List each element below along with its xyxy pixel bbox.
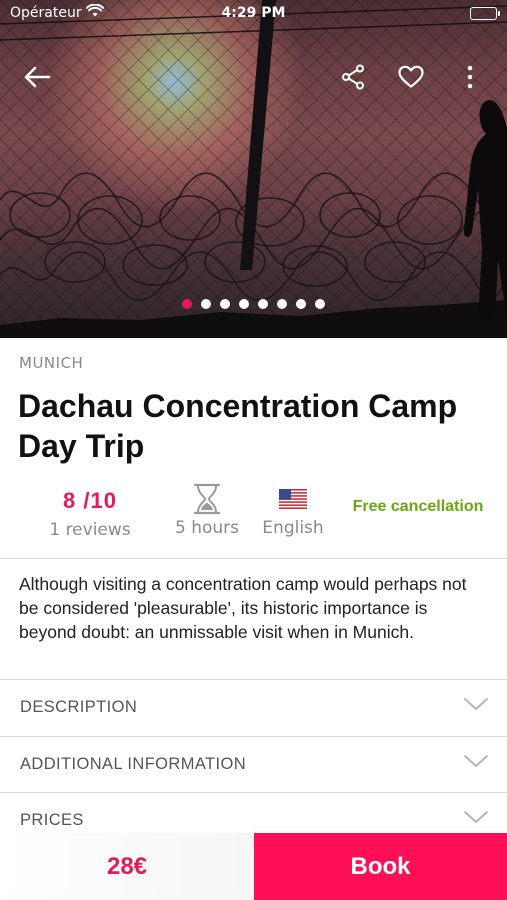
chevron-down-icon: [464, 811, 488, 823]
section-label: PRICES: [20, 811, 84, 829]
booking-bar: 28€ Book: [0, 833, 507, 900]
more-button[interactable]: [453, 60, 487, 94]
reviews-count: 1 reviews: [49, 520, 131, 540]
carousel-indicator[interactable]: [0, 299, 507, 309]
carousel-dot[interactable]: [201, 299, 211, 309]
carousel-dot[interactable]: [220, 299, 230, 309]
section-description[interactable]: DESCRIPTION: [0, 680, 507, 736]
us-flag-icon: [279, 489, 307, 509]
language-block: English: [253, 484, 333, 538]
share-icon: [342, 64, 364, 90]
clock: 4:29 PM: [221, 5, 286, 21]
tour-title: Dachau Concentration Camp Day Trip: [18, 388, 458, 464]
tour-summary: Although visiting a concentration camp w…: [19, 574, 467, 642]
city-label: MUNICH: [19, 354, 84, 372]
share-button[interactable]: [336, 60, 370, 94]
chevron-down-icon: [464, 755, 488, 767]
battery-icon: [470, 7, 500, 20]
carousel-dot[interactable]: [182, 299, 192, 309]
divider: [0, 558, 507, 559]
rating-score: 8 /10: [63, 488, 117, 513]
book-button[interactable]: Book: [254, 833, 507, 900]
language-label: English: [262, 518, 324, 538]
carousel-dot[interactable]: [239, 299, 249, 309]
chevron-down-icon: [464, 698, 488, 710]
back-button[interactable]: [20, 60, 54, 94]
rating-block[interactable]: 8 /10 1 reviews: [40, 488, 140, 540]
price-label: 28€: [0, 833, 254, 900]
carousel-dot[interactable]: [258, 299, 268, 309]
more-vertical-icon: [467, 65, 473, 89]
fence-photo: [0, 0, 507, 338]
carousel-dot[interactable]: [296, 299, 306, 309]
free-cancellation-label: Free cancellation: [352, 498, 484, 515]
favorite-button[interactable]: [394, 60, 428, 94]
section-label: DESCRIPTION: [20, 698, 138, 716]
section-additional-information[interactable]: ADDITIONAL INFORMATION: [0, 737, 507, 793]
carousel-dot[interactable]: [315, 299, 325, 309]
hero-image[interactable]: Opérateur 4:29 PM: [0, 0, 507, 338]
carousel-dot[interactable]: [277, 299, 287, 309]
duration-block: 5 hours: [162, 483, 252, 538]
back-arrow-icon: [24, 66, 51, 88]
duration-label: 5 hours: [174, 518, 239, 538]
status-bar: Opérateur 4:29 PM: [0, 0, 507, 28]
heart-icon: [398, 65, 424, 88]
tour-stats: 8 /10 1 reviews 5 hours English Free can…: [0, 483, 507, 558]
hourglass-icon: [193, 483, 221, 515]
section-label: ADDITIONAL INFORMATION: [20, 755, 247, 773]
